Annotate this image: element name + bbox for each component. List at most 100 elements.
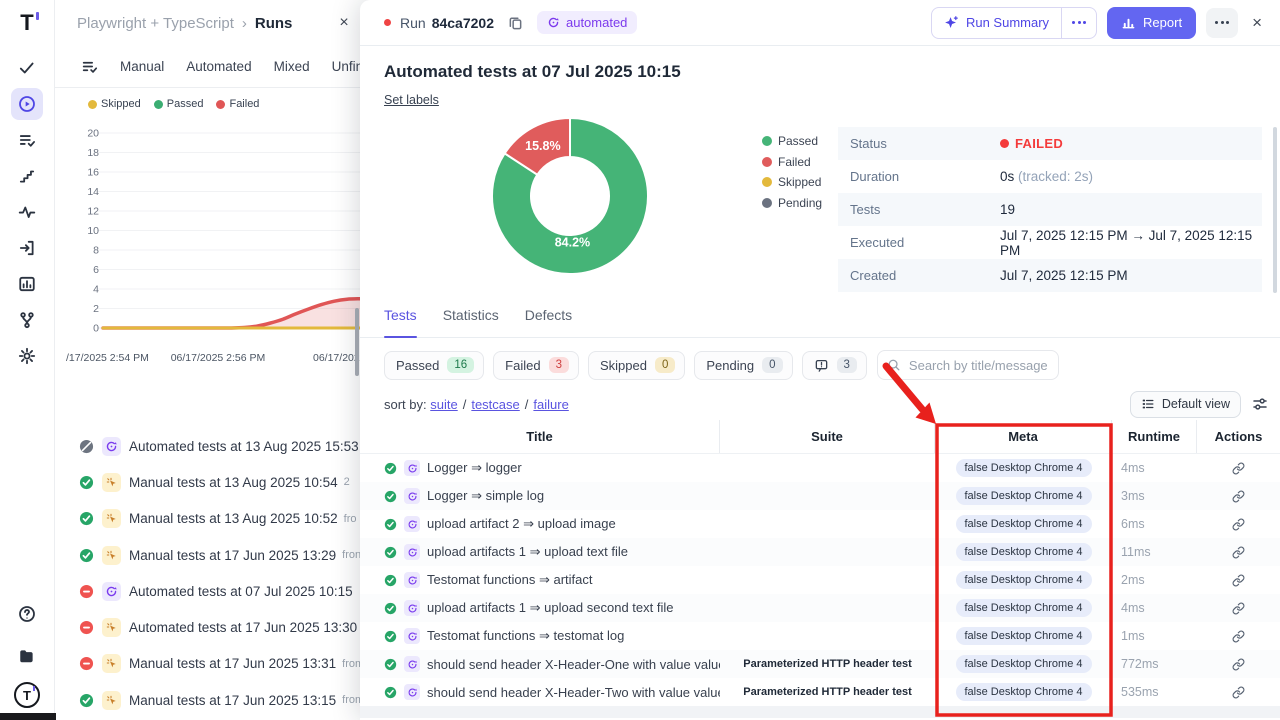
legend-dot xyxy=(762,157,772,167)
sidebar-item-analytics[interactable] xyxy=(11,268,43,300)
breadcrumb-project[interactable]: Playwright + TypeScript xyxy=(77,15,234,32)
run-title: Manual tests at 13 Aug 2025 10:54 xyxy=(129,475,338,490)
run-list-item[interactable]: Manual tests at 17 Jun 2025 13:31from xyxy=(55,646,360,682)
svg-text:06/17/2025 2:56 PM: 06/17/2025 2:56 PM xyxy=(171,352,266,364)
table-row[interactable]: upload artifact 2 ⇒ upload imagefalse De… xyxy=(360,510,1280,538)
run-summary-button[interactable]: Run Summary xyxy=(931,7,1097,39)
filter-chip-passed[interactable]: Passed16 xyxy=(384,351,484,380)
run-list-item[interactable]: Automated tests at 13 Aug 2025 15:53 xyxy=(55,428,360,464)
sidebar-item-account[interactable]: T xyxy=(14,682,40,708)
sidebar-item-branches[interactable] xyxy=(11,304,43,336)
runs-panel-scrollbar[interactable] xyxy=(355,308,359,376)
run-list: Automated tests at 13 Aug 2025 15:53Manu… xyxy=(55,428,360,720)
artifact-link-icon[interactable] xyxy=(1232,686,1245,699)
table-row[interactable]: Logger ⇒ simple logfalse Desktop Chrome … xyxy=(360,482,1280,510)
filter-chip-failed[interactable]: Failed3 xyxy=(493,351,579,380)
sort-link-failure[interactable]: failure xyxy=(533,397,568,412)
info-row-created: CreatedJul 7, 2025 12:15 PM xyxy=(838,259,1262,292)
filter-chip-skipped[interactable]: Skipped0 xyxy=(588,351,685,380)
filter-sliders-icon[interactable] xyxy=(1252,396,1268,412)
table-row[interactable]: upload artifacts 1 ⇒ upload second text … xyxy=(360,594,1280,622)
artifact-link-icon[interactable] xyxy=(1232,546,1245,559)
table-row[interactable]: Testomat functions ⇒ artifact false Deskt… xyxy=(360,566,1280,594)
sidebar-item-import[interactable] xyxy=(11,232,43,264)
avatar-tick xyxy=(33,686,35,691)
table-view-icon xyxy=(1141,397,1155,411)
default-view-button[interactable]: Default view xyxy=(1130,391,1241,418)
run-list-item[interactable]: Manual tests at 13 Aug 2025 10:542 xyxy=(55,464,360,500)
meta-tag[interactable]: false Desktop Chrome 4 xyxy=(956,655,1092,673)
run-list-item[interactable]: Manual tests at 17 Jun 2025 13:29fron xyxy=(55,537,360,573)
cell-runtime: 4ms xyxy=(1112,601,1197,615)
artifact-link-icon[interactable] xyxy=(1232,490,1245,503)
runs-filter-tab-unfini[interactable]: Unfini xyxy=(332,59,360,74)
table-row[interactable]: Logger ⇒ loggerfalse Desktop Chrome 44ms xyxy=(360,454,1280,482)
runs-select-icon[interactable] xyxy=(81,58,98,75)
filter-chip-comments[interactable]: 3 xyxy=(802,351,867,380)
sidebar-item-pulse[interactable] xyxy=(11,196,43,228)
report-button[interactable]: Report xyxy=(1107,7,1196,39)
artifact-link-icon[interactable] xyxy=(1232,602,1245,615)
donut-label: 84.2% xyxy=(555,236,590,250)
search-input[interactable] xyxy=(907,357,1052,374)
table-row[interactable]: upload artifacts 1 ⇒ upload text filefal… xyxy=(360,538,1280,566)
artifact-link-icon[interactable] xyxy=(1232,658,1245,671)
test-passed-icon xyxy=(384,462,397,475)
meta-tag[interactable]: false Desktop Chrome 4 xyxy=(956,515,1092,533)
artifact-link-icon[interactable] xyxy=(1232,574,1245,587)
runs-close-icon[interactable]: × xyxy=(334,13,354,33)
runs-filter-tab-automated[interactable]: Automated xyxy=(186,59,251,74)
sidebar-item-tests[interactable] xyxy=(11,52,43,84)
meta-tag[interactable]: false Desktop Chrome 4 xyxy=(956,599,1092,617)
meta-tag[interactable]: false Desktop Chrome 4 xyxy=(956,459,1092,477)
info-value: Jul 7, 2025 12:15 PM → Jul 7, 2025 12:15… xyxy=(1000,228,1262,258)
tab-defects[interactable]: Defects xyxy=(525,307,572,337)
automated-badge[interactable]: automated xyxy=(537,11,637,34)
meta-tag[interactable]: false Desktop Chrome 4 xyxy=(956,543,1092,561)
test-title: Testomat functions ⇒ artifact xyxy=(427,572,593,588)
set-labels-link[interactable]: Set labels xyxy=(384,93,439,107)
sort-link-testcase[interactable]: testcase xyxy=(471,397,519,412)
artifact-link-icon[interactable] xyxy=(1232,630,1245,643)
sidebar-item-milestones[interactable] xyxy=(11,160,43,192)
copy-icon[interactable] xyxy=(508,15,523,30)
legend-dot xyxy=(762,136,772,146)
sidebar-item-runs[interactable] xyxy=(11,88,43,120)
tab-statistics[interactable]: Statistics xyxy=(443,307,499,337)
run-list-item[interactable]: Manual tests at 13 Aug 2025 10:52fro xyxy=(55,501,360,537)
test-passed-icon xyxy=(384,490,397,503)
meta-tag[interactable]: false Desktop Chrome 4 xyxy=(956,627,1092,645)
run-list-item[interactable]: Manual tests at 17 Jun 2025 13:15from xyxy=(55,682,360,718)
import-icon xyxy=(18,239,36,257)
table-row[interactable]: Testomat functions ⇒ testomat logfalse D… xyxy=(360,622,1280,650)
meta-tag[interactable]: false Desktop Chrome 4 xyxy=(956,683,1092,701)
cell-meta: false Desktop Chrome 4 xyxy=(935,683,1112,701)
filter-chip-pending[interactable]: Pending0 xyxy=(694,351,792,380)
runs-filter-tab-mixed[interactable]: Mixed xyxy=(274,59,310,74)
run-list-item[interactable]: Automated tests at 17 Jun 2025 13:30 xyxy=(55,609,360,645)
run-title: Manual tests at 17 Jun 2025 13:15 xyxy=(129,693,336,708)
detail-scrollbar[interactable] xyxy=(1273,127,1277,293)
sort-link-suite[interactable]: suite xyxy=(430,397,457,412)
sidebar-item-help[interactable] xyxy=(11,598,43,630)
detail-close-icon[interactable]: × xyxy=(1248,13,1266,33)
artifact-link-icon[interactable] xyxy=(1232,518,1245,531)
table-row[interactable]: should send header X-Header-Two with val… xyxy=(360,678,1280,706)
run-list-item[interactable]: Automated tests at 07 Jul 2025 10:15 xyxy=(55,573,360,609)
meta-tag[interactable]: false Desktop Chrome 4 xyxy=(956,487,1092,505)
sidebar-item-library[interactable] xyxy=(11,640,43,672)
artifact-link-icon[interactable] xyxy=(1232,462,1245,475)
meta-tag[interactable]: false Desktop Chrome 4 xyxy=(956,571,1092,589)
app-logo[interactable]: T xyxy=(20,10,33,36)
cell-actions xyxy=(1197,602,1280,615)
more-options-button[interactable] xyxy=(1206,8,1238,38)
info-row-status: StatusFAILED xyxy=(838,127,1262,160)
tab-tests[interactable]: Tests xyxy=(384,307,417,337)
run-summary-more-icon[interactable] xyxy=(1062,21,1096,24)
sidebar-item-test-plans[interactable] xyxy=(11,124,43,156)
table-row[interactable]: should send header X-Header-One with val… xyxy=(360,650,1280,678)
run-title: Manual tests at 13 Aug 2025 10:52 xyxy=(129,511,338,526)
runs-filter-tab-manual[interactable]: Manual xyxy=(120,59,164,74)
sidebar-item-settings[interactable] xyxy=(11,340,43,372)
info-row-duration: Duration0s (tracked: 2s) xyxy=(838,160,1262,193)
